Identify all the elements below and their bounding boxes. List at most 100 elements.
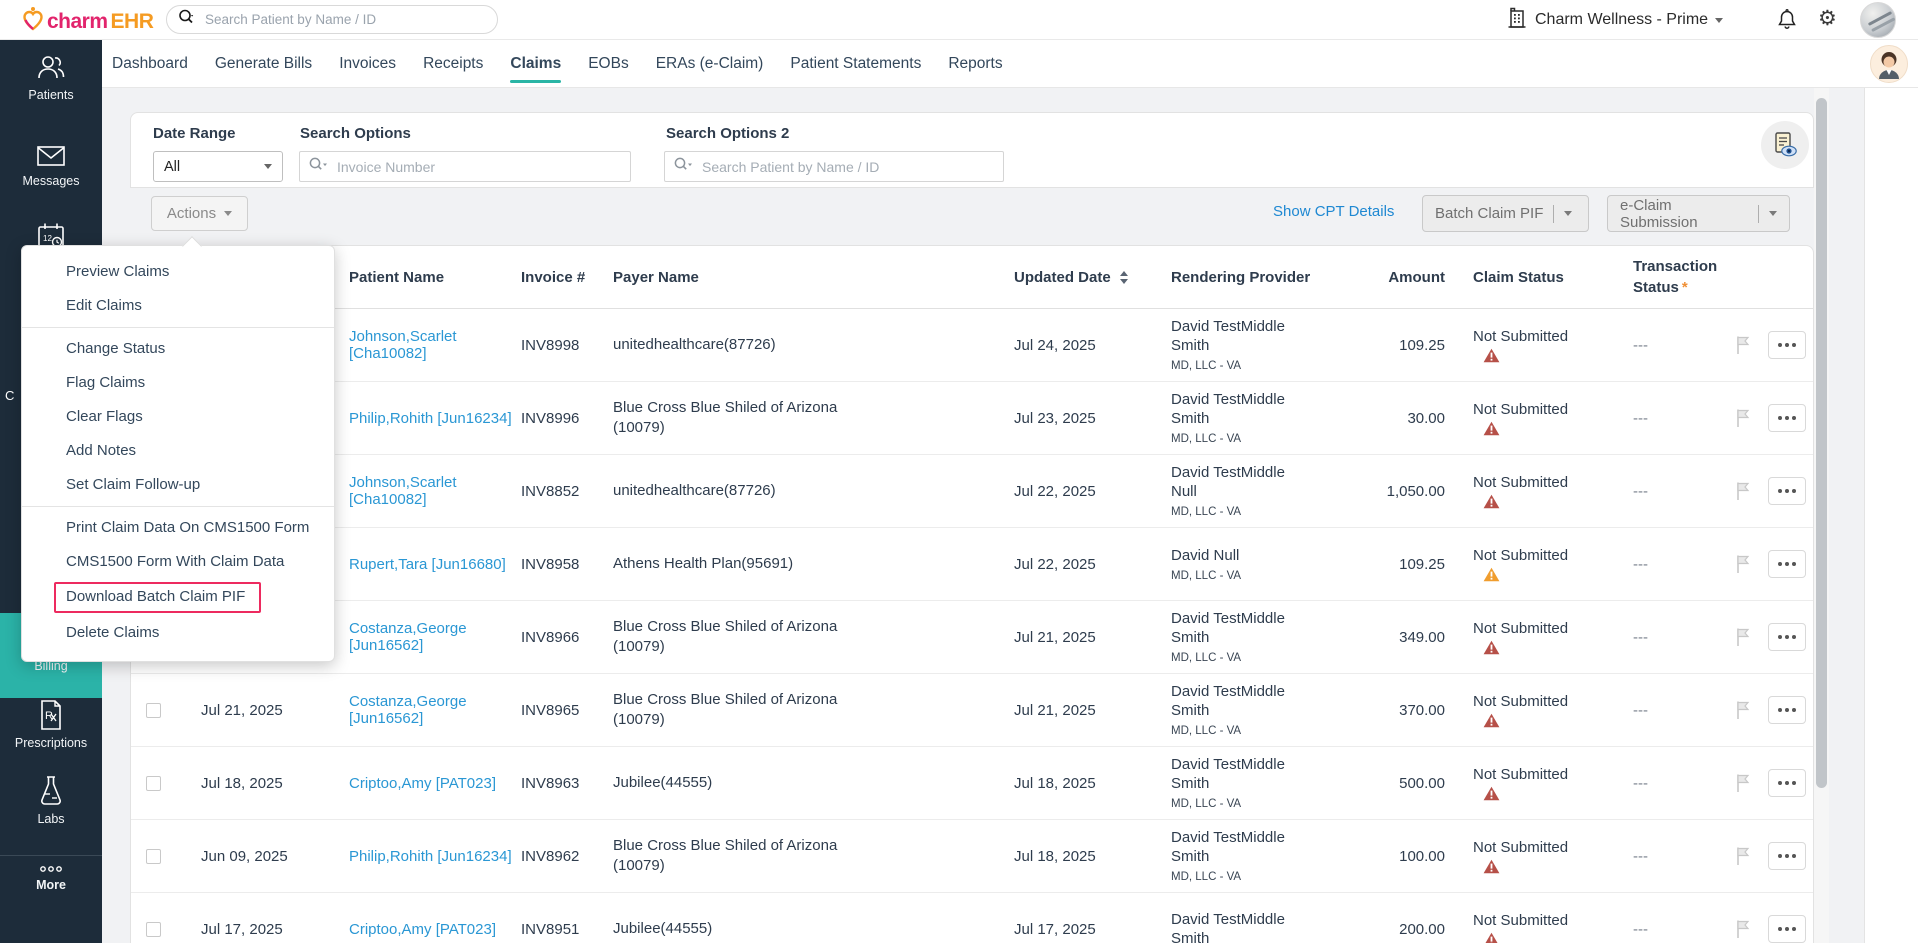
practice-switcher[interactable]: Charm Wellness - Prime [1506, 0, 1723, 40]
sidebar-label-labs: Labs [0, 812, 102, 826]
warning-triangle-icon[interactable] [1483, 713, 1623, 728]
assistant-avatar[interactable] [1870, 45, 1908, 83]
menu-item[interactable]: Clear Flags [22, 400, 334, 434]
billing-tab[interactable]: Invoices [339, 40, 396, 88]
scrollbar-thumb[interactable] [1816, 98, 1827, 788]
billing-tab[interactable]: Patient Statements [790, 40, 921, 88]
flag-icon[interactable] [1735, 335, 1751, 355]
patient-link[interactable]: Costanza,George [Jun16562] [349, 620, 467, 654]
patient-search-input[interactable] [702, 159, 1003, 175]
menu-item[interactable]: CMS1500 Form With Claim Data [22, 545, 334, 579]
show-cpt-details-link[interactable]: Show CPT Details [1273, 203, 1394, 220]
patient-name-cell: Costanza,George [Jun16562] [329, 620, 521, 654]
flag-icon[interactable] [1735, 700, 1751, 720]
flag-icon[interactable] [1735, 773, 1751, 793]
invoice-search-box[interactable] [299, 151, 631, 182]
row-actions-button[interactable] [1768, 769, 1806, 797]
row-actions-button[interactable] [1768, 404, 1806, 432]
patient-link[interactable]: Philip,Rohith [Jun16234] [349, 848, 512, 865]
flag-icon[interactable] [1735, 554, 1751, 574]
document-eye-icon [1770, 130, 1800, 160]
chevron-down-icon[interactable] [1564, 211, 1572, 216]
menu-item[interactable]: Add Notes [22, 434, 334, 468]
claim-date-cell: Jun 09, 2025 [181, 848, 329, 865]
global-patient-search[interactable] [166, 5, 498, 34]
billing-tab[interactable]: ERAs (e-Claim) [656, 40, 764, 88]
user-avatar[interactable] [1860, 2, 1896, 38]
billing-tab[interactable]: EOBs [588, 40, 628, 88]
menu-item[interactable]: Edit Claims [22, 289, 334, 328]
sidebar-item-messages[interactable]: Messages [0, 142, 102, 188]
invoice-search-input[interactable] [337, 159, 630, 175]
chevron-down-icon[interactable] [1769, 211, 1777, 216]
patient-search-box[interactable] [664, 151, 1004, 182]
warning-triangle-icon[interactable] [1483, 494, 1623, 509]
sidebar-item-labs[interactable]: Labs [0, 774, 102, 826]
claims-table: Patient Name Invoice # Payer Name Update… [130, 245, 1814, 943]
sidebar-item-prescriptions[interactable]: R Prescriptions [0, 698, 102, 750]
menu-item-label: Download Batch Claim PIF [54, 582, 261, 613]
patient-link[interactable]: Criptoo,Amy [PAT023] [349, 921, 496, 938]
global-search-input[interactable] [205, 12, 497, 27]
warning-triangle-icon[interactable] [1483, 640, 1623, 655]
row-actions-button[interactable] [1768, 915, 1806, 943]
invoice-cell: INV8962 [521, 848, 613, 865]
vertical-scrollbar[interactable] [1814, 88, 1829, 943]
actions-dropdown-button[interactable]: Actions [151, 196, 248, 231]
warning-triangle-icon[interactable] [1483, 932, 1623, 943]
row-checkbox[interactable] [146, 849, 161, 864]
menu-item[interactable]: Set Claim Follow-up [22, 468, 334, 507]
patient-link[interactable]: Rupert,Tara [Jun16680] [349, 556, 506, 573]
flag-icon[interactable] [1735, 408, 1751, 428]
flag-cell [1735, 408, 1768, 428]
flag-icon[interactable] [1735, 481, 1751, 501]
patient-link[interactable]: Johnson,Scarlet [Cha10082] [349, 474, 457, 508]
row-checkbox[interactable] [146, 703, 161, 718]
flag-icon[interactable] [1735, 627, 1751, 647]
row-checkbox[interactable] [146, 922, 161, 937]
charmehr-logo[interactable]: charmEHR [22, 6, 153, 37]
billing-tab[interactable]: Reports [948, 40, 1002, 88]
row-checkbox[interactable] [146, 776, 161, 791]
flag-icon[interactable] [1735, 846, 1751, 866]
row-actions-button[interactable] [1768, 842, 1806, 870]
menu-item[interactable]: Print Claim Data On CMS1500 Form [22, 511, 334, 545]
settings-gear-icon[interactable] [1818, 5, 1837, 33]
claim-status-cell: Not Submitted [1451, 620, 1629, 655]
sidebar-item-patients[interactable]: Patients [0, 52, 102, 102]
warning-triangle-icon[interactable] [1483, 421, 1623, 436]
menu-item[interactable]: Download Batch Claim PIF [22, 579, 334, 616]
billing-tab[interactable]: Dashboard [112, 40, 188, 88]
row-actions-button[interactable] [1768, 623, 1806, 651]
eclaim-submission-button[interactable]: e-Claim Submission [1607, 195, 1790, 232]
header-updated-date[interactable]: Updated Date [1014, 269, 1171, 286]
patient-link[interactable]: Johnson,Scarlet [Cha10082] [349, 328, 457, 362]
billing-tab[interactable]: Generate Bills [215, 40, 312, 88]
warning-triangle-icon[interactable] [1483, 348, 1623, 363]
flag-icon[interactable] [1735, 919, 1751, 939]
row-actions-button[interactable] [1768, 477, 1806, 505]
patient-link[interactable]: Philip,Rohith [Jun16234] [349, 410, 512, 427]
billing-tab[interactable]: Receipts [423, 40, 483, 88]
sort-icon[interactable] [1120, 271, 1128, 284]
patient-link[interactable]: Criptoo,Amy [PAT023] [349, 775, 496, 792]
batch-claim-pif-button[interactable]: Batch Claim PIF [1422, 195, 1589, 232]
provider-line1: David TestMiddle [1171, 390, 1365, 409]
billing-tab[interactable]: Claims [510, 40, 561, 88]
sidebar-item-more[interactable]: More [0, 864, 102, 892]
warning-triangle-icon[interactable] [1483, 567, 1623, 582]
row-actions-button[interactable] [1768, 331, 1806, 359]
row-actions-button[interactable] [1768, 550, 1806, 578]
menu-item[interactable]: Change Status [22, 332, 334, 366]
menu-item[interactable]: Delete Claims [22, 616, 334, 650]
row-actions-button[interactable] [1768, 696, 1806, 724]
menu-item[interactable]: Preview Claims [22, 255, 334, 289]
warning-triangle-icon[interactable] [1483, 786, 1623, 801]
view-claim-settings-button[interactable] [1761, 121, 1809, 169]
claim-row: Jul 21, 2025 Costanza,George [Jun16562] … [131, 674, 1813, 747]
warning-triangle-icon[interactable] [1483, 859, 1623, 874]
menu-item[interactable]: Flag Claims [22, 366, 334, 400]
date-range-select[interactable]: All [153, 151, 283, 182]
notifications-bell-icon[interactable] [1776, 8, 1798, 37]
patient-link[interactable]: Costanza,George [Jun16562] [349, 693, 467, 727]
